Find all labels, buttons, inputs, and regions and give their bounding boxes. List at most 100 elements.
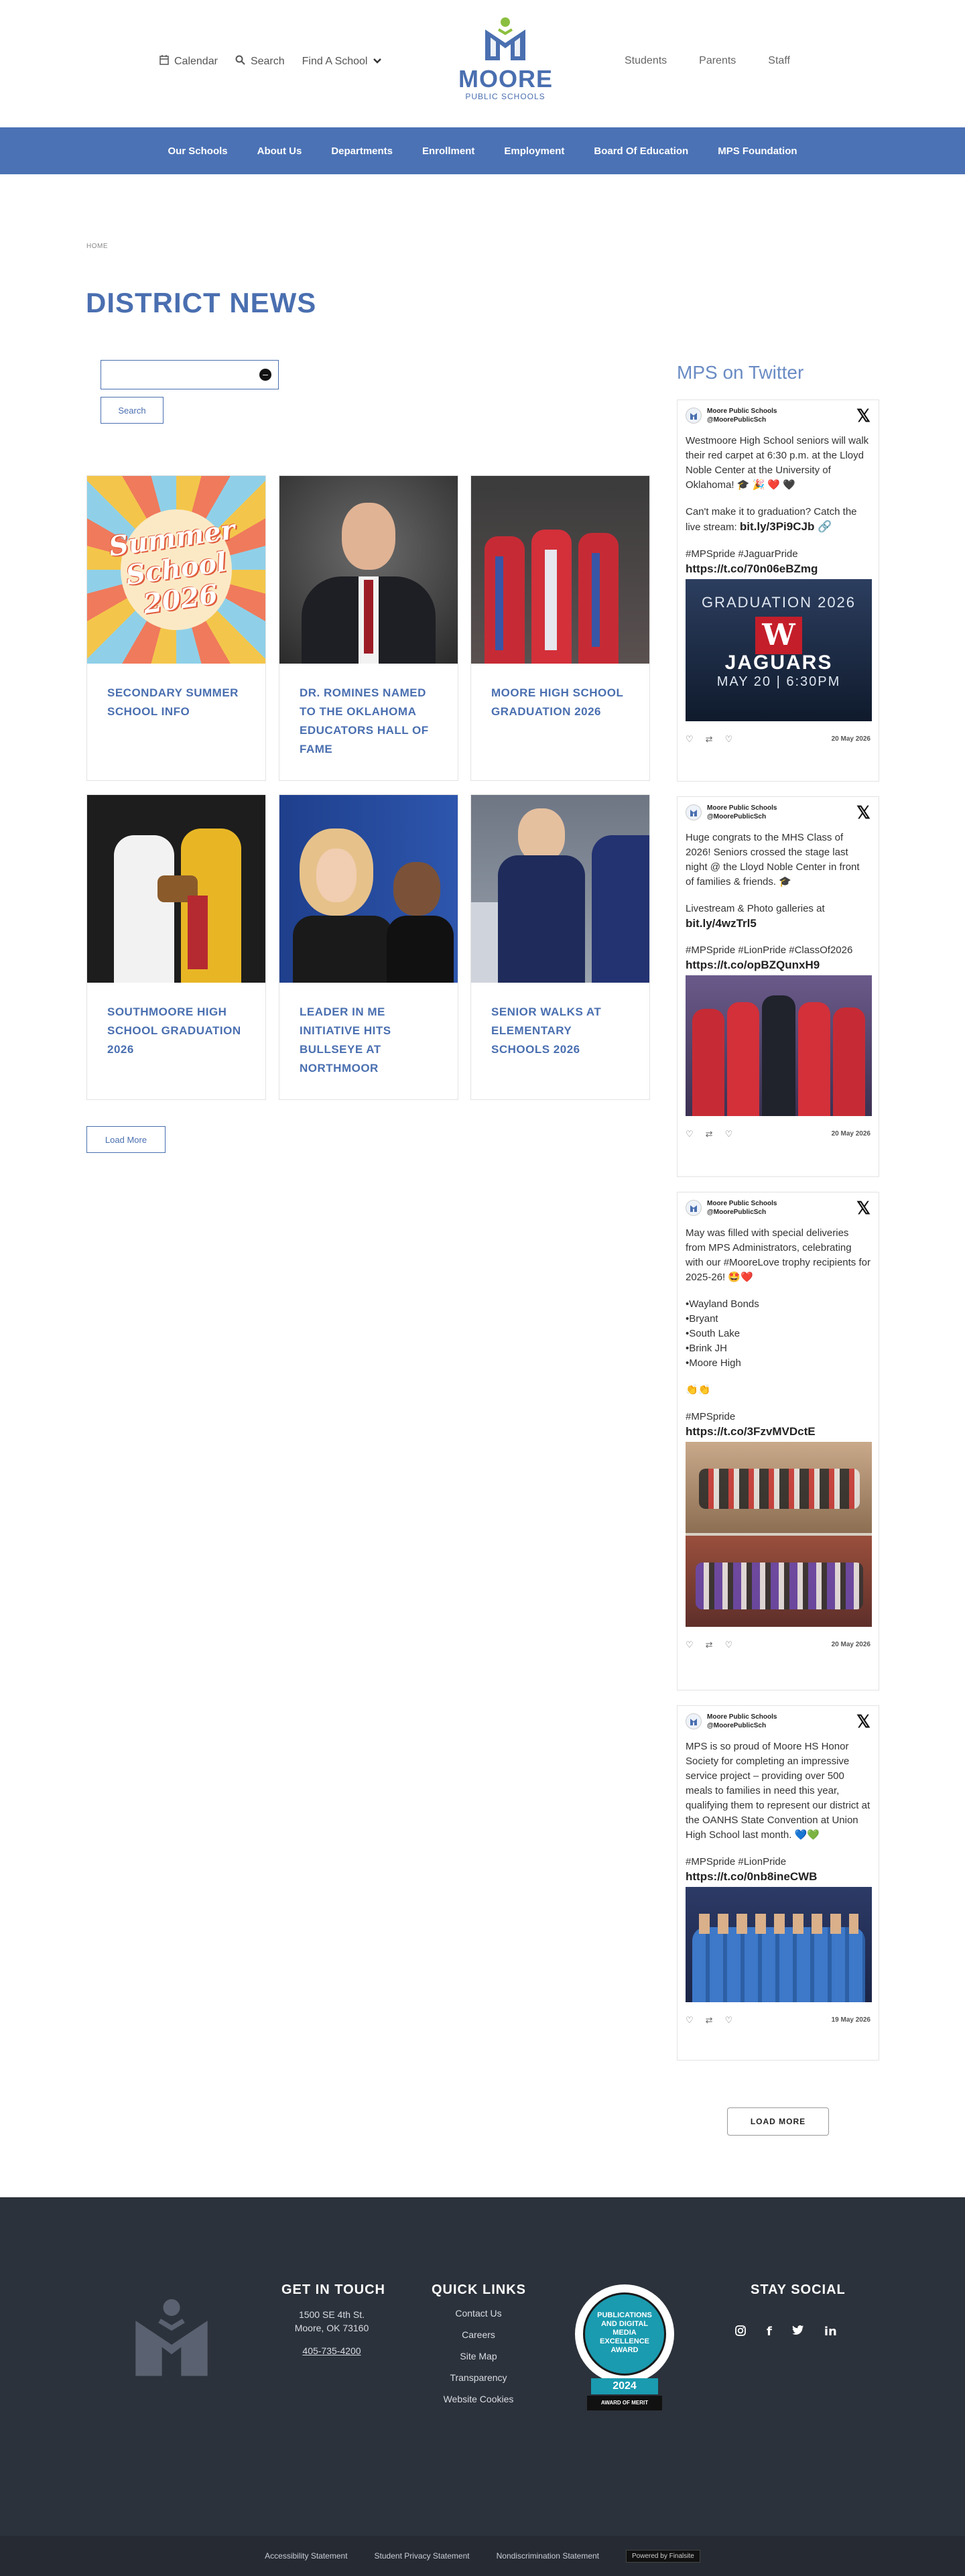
- calendar-link[interactable]: Calendar: [159, 55, 218, 68]
- tweet-link[interactable]: https://t.co/3FzvMVDctE: [686, 1424, 871, 1439]
- tweet-image[interactable]: GRADUATION 2026 W JAGUARS MAY 20 | 6:30P…: [686, 579, 872, 721]
- facebook-icon[interactable]: f: [767, 2325, 772, 2340]
- nav-employment[interactable]: Employment: [504, 145, 564, 157]
- tweet-image[interactable]: [686, 1887, 872, 2002]
- parents-link[interactable]: Parents: [699, 55, 736, 67]
- nav-about-us[interactable]: About Us: [257, 145, 302, 157]
- like-icon[interactable]: ♡: [725, 1638, 733, 1652]
- retweet-icon[interactable]: ⇄: [706, 1127, 713, 1142]
- retweet-icon[interactable]: ⇄: [706, 732, 713, 747]
- footer-link-contact-us[interactable]: Contact Us: [429, 2308, 528, 2319]
- logo-mark-icon: [485, 17, 525, 60]
- footer-link-website-cookies[interactable]: Website Cookies: [429, 2394, 528, 2404]
- x-logo-icon[interactable]: 𝕏: [856, 1199, 871, 1217]
- account-name: Moore Public Schools: [707, 1200, 777, 1207]
- tweet-link[interactable]: https://t.co/70n06eBZmg: [686, 562, 871, 576]
- x-logo-icon[interactable]: 𝕏: [856, 804, 871, 821]
- tweet-image[interactable]: [686, 1442, 872, 1627]
- nav-enrollment[interactable]: Enrollment: [422, 145, 474, 157]
- load-more-news-button[interactable]: Load More: [86, 1126, 166, 1153]
- tweet-link[interactable]: https://t.co/0nb8ineCWB: [686, 1869, 871, 1884]
- tweet-list-item: •South Lake: [686, 1328, 741, 1339]
- tweet-card[interactable]: Moore Public Schools @MoorePublicSch 𝕏 H…: [677, 796, 879, 1177]
- account-avatar[interactable]: [686, 1713, 702, 1729]
- news-card[interactable]: SOUTHMOORE HIGH SCHOOL GRADUATION 2026: [86, 794, 266, 1100]
- address-line: 1500 SE 4th St.: [298, 2309, 365, 2320]
- load-more-tweets-button[interactable]: LOAD MORE: [727, 2107, 829, 2136]
- footer-phone-link[interactable]: 405-735-4200: [281, 2344, 382, 2357]
- account-handle[interactable]: @MoorePublicSch: [707, 1721, 777, 1730]
- instagram-icon[interactable]: [734, 2325, 747, 2340]
- nav-board-of-education[interactable]: Board Of Education: [594, 145, 688, 157]
- nav-our-schools[interactable]: Our Schools: [168, 145, 227, 157]
- news-card-title[interactable]: SOUTHMOORE HIGH SCHOOL GRADUATION 2026: [87, 983, 265, 1079]
- account-avatar[interactable]: [686, 1200, 702, 1216]
- tweet-footer: ♡ ⇄ ♡ 19 May 2026: [686, 2013, 871, 2028]
- reply-icon[interactable]: ♡: [686, 1127, 694, 1142]
- tweet-hashtags[interactable]: #MPSpride: [686, 1410, 871, 1424]
- footer-link-site-map[interactable]: Site Map: [429, 2351, 528, 2362]
- account-handle[interactable]: @MoorePublicSch: [707, 416, 777, 424]
- tweet-card[interactable]: Moore Public Schools @MoorePublicSch 𝕏 W…: [677, 400, 879, 782]
- find-a-school-dropdown[interactable]: Find A School: [302, 56, 383, 68]
- tweet-hashtags[interactable]: #MPSpride #LionPride: [686, 1855, 871, 1869]
- news-card-title[interactable]: SENIOR WALKS AT ELEMENTARY SCHOOLS 2026: [471, 983, 649, 1079]
- news-search-button[interactable]: Search: [101, 397, 164, 424]
- powered-by-finalsite-badge[interactable]: Powered by Finalsite: [626, 2549, 700, 2563]
- retweet-icon[interactable]: ⇄: [706, 1638, 713, 1652]
- students-link[interactable]: Students: [625, 55, 667, 67]
- tweet-link[interactable]: https://t.co/opBZQunxH9: [686, 958, 871, 973]
- retweet-icon[interactable]: ⇄: [706, 2013, 713, 2028]
- tweet-hashtags[interactable]: #MPSpride #JaguarPride: [686, 547, 871, 562]
- news-card-title[interactable]: DR. ROMINES NAMED TO THE OKLAHOMA EDUCAT…: [279, 664, 458, 779]
- award-badge: PUBLICATIONS AND DIGITAL MEDIA EXCELLENC…: [571, 2284, 678, 2418]
- footer-link-transparency[interactable]: Transparency: [429, 2372, 528, 2383]
- account-avatar[interactable]: [686, 408, 702, 424]
- tweet-inline-link[interactable]: bit.ly/3Pi9CJb 🔗: [740, 520, 832, 533]
- social-links: f in: [734, 2325, 837, 2340]
- news-card-title[interactable]: LEADER IN ME INITIATIVE HITS BULLSEYE AT…: [279, 983, 458, 1098]
- news-card[interactable]: DR. ROMINES NAMED TO THE OKLAHOMA EDUCAT…: [279, 475, 458, 781]
- twitter-icon[interactable]: [791, 2325, 804, 2340]
- clear-search-icon[interactable]: –: [259, 369, 271, 381]
- tweet-card[interactable]: Moore Public Schools @MoorePublicSch 𝕏 M…: [677, 1192, 879, 1691]
- nav-mps-foundation[interactable]: MPS Foundation: [718, 145, 797, 157]
- footer-logo-mark-icon[interactable]: [126, 2295, 217, 2386]
- linkedin-icon[interactable]: in: [824, 2325, 837, 2340]
- news-card[interactable]: LEADER IN ME INITIATIVE HITS BULLSEYE AT…: [279, 794, 458, 1100]
- account-handle[interactable]: @MoorePublicSch: [707, 1208, 777, 1217]
- student-privacy-statement-link[interactable]: Student Privacy Statement: [375, 2551, 470, 2561]
- tweet-card[interactable]: Moore Public Schools @MoorePublicSch 𝕏 M…: [677, 1705, 879, 2061]
- accessibility-statement-link[interactable]: Accessibility Statement: [265, 2551, 347, 2561]
- news-card[interactable]: SENIOR WALKS AT ELEMENTARY SCHOOLS 2026: [470, 794, 650, 1100]
- breadcrumb[interactable]: HOME: [86, 243, 108, 250]
- staff-link[interactable]: Staff: [768, 55, 790, 67]
- news-card-title[interactable]: SECONDARY SUMMER SCHOOL INFO: [87, 664, 265, 741]
- nav-departments[interactable]: Departments: [331, 145, 393, 157]
- nondiscrimination-statement-link[interactable]: Nondiscrimination Statement: [497, 2551, 599, 2561]
- twitter-section-title: MPS on Twitter: [677, 362, 804, 383]
- reply-icon[interactable]: ♡: [686, 1638, 694, 1652]
- like-icon[interactable]: ♡: [725, 732, 733, 747]
- account-name: Moore Public Schools: [707, 408, 777, 415]
- tweet-inline-link[interactable]: bit.ly/4wzTrl5: [686, 916, 871, 931]
- news-card-image: [471, 795, 649, 983]
- news-card[interactable]: Summer School 2026 SECONDARY SUMMER SCHO…: [86, 475, 266, 781]
- x-logo-icon[interactable]: 𝕏: [856, 407, 871, 424]
- main-navigation: Our Schools About Us Departments Enrollm…: [0, 127, 965, 174]
- news-card-title[interactable]: MOORE HIGH SCHOOL GRADUATION 2026: [471, 664, 649, 741]
- reply-icon[interactable]: ♡: [686, 732, 694, 747]
- footer-link-careers[interactable]: Careers: [429, 2329, 528, 2340]
- district-logo[interactable]: MOORE PUBLIC SCHOOLS: [458, 16, 552, 103]
- news-card[interactable]: MOORE HIGH SCHOOL GRADUATION 2026: [470, 475, 650, 781]
- account-handle[interactable]: @MoorePublicSch: [707, 812, 777, 821]
- like-icon[interactable]: ♡: [725, 1127, 733, 1142]
- account-avatar[interactable]: [686, 804, 702, 820]
- x-logo-icon[interactable]: 𝕏: [856, 1713, 871, 1730]
- like-icon[interactable]: ♡: [725, 2013, 733, 2028]
- news-search-input[interactable]: –: [101, 360, 279, 389]
- reply-icon[interactable]: ♡: [686, 2013, 694, 2028]
- tweet-image[interactable]: [686, 975, 872, 1116]
- tweet-hashtags[interactable]: #MPSpride #LionPride #ClassOf2026: [686, 943, 871, 958]
- search-link[interactable]: Search: [235, 55, 285, 68]
